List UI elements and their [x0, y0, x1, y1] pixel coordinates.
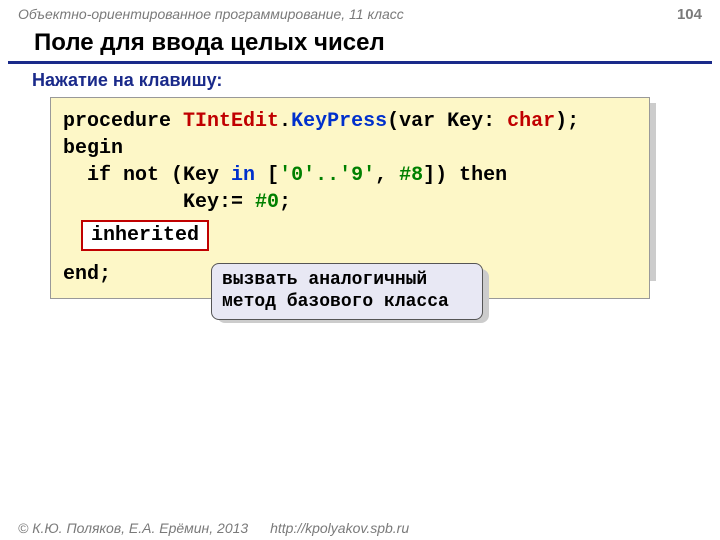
code-line-4: Key:= #0; — [63, 189, 637, 216]
inherited-keyword-box: inherited — [81, 220, 209, 251]
course-name: Объектно-ориентированное программировани… — [18, 6, 404, 23]
code-block: procedure TIntEdit.KeyPress(var Key: cha… — [50, 97, 650, 299]
footer-url: http://kpolyakov.spb.ru — [270, 520, 409, 536]
code-line-2: begin — [63, 135, 637, 162]
section-subtitle: Нажатие на клавишу: — [0, 70, 720, 97]
callout-box: вызвать аналогичный метод базового класс… — [211, 263, 483, 320]
page-title: Поле для ввода целых чисел — [8, 25, 712, 64]
callout-text: вызвать аналогичный метод базового класс… — [211, 263, 483, 320]
code-line-1: procedure TIntEdit.KeyPress(var Key: cha… — [63, 108, 637, 135]
slide-header: Объектно-ориентированное программировани… — [0, 0, 720, 25]
copyright: © К.Ю. Поляков, Е.А. Ерёмин, 2013 — [18, 520, 248, 536]
slide-footer: © К.Ю. Поляков, Е.А. Ерёмин, 2013 http:/… — [18, 520, 409, 536]
code-content: procedure TIntEdit.KeyPress(var Key: cha… — [50, 97, 650, 299]
page-number: 104 — [677, 6, 702, 23]
code-line-3: if not (Key in ['0'..'9', #8]) then — [63, 162, 637, 189]
